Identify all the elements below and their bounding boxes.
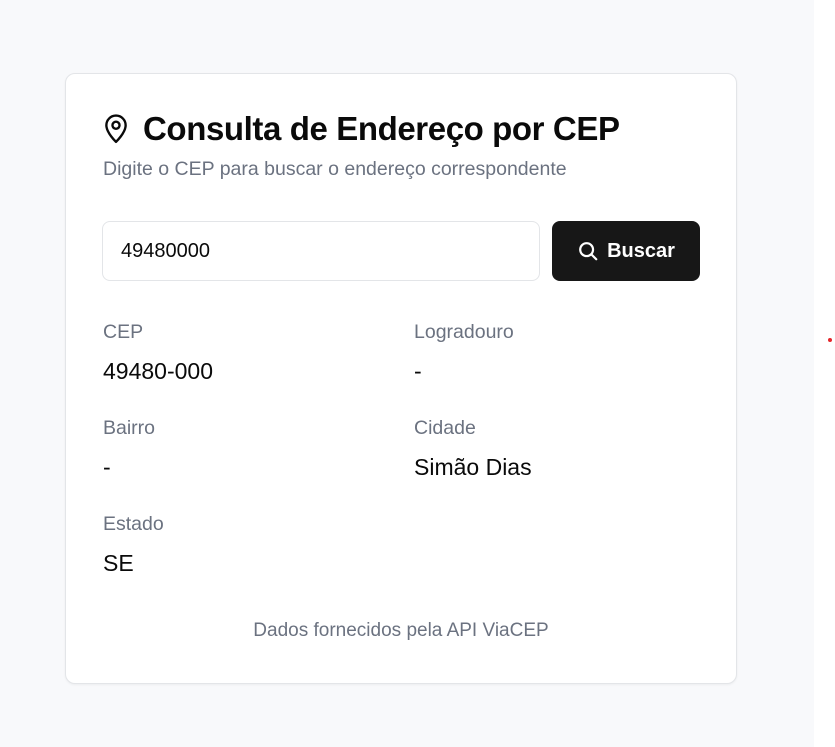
field-bairro: Bairro - — [103, 417, 155, 481]
card-header: Consulta de Endereço por CEP — [103, 110, 620, 148]
field-label-logradouro: Logradouro — [414, 321, 514, 343]
field-estado: Estado SE — [103, 513, 164, 577]
footer-note: Dados fornecidos pela API ViaCEP — [253, 620, 549, 641]
cep-lookup-card: Consulta de Endereço por CEP Digite o CE… — [65, 73, 737, 684]
field-value-estado: SE — [103, 550, 134, 576]
field-label-bairro: Bairro — [103, 417, 156, 439]
field-value-bairro: - — [103, 454, 111, 480]
field-value-logradouro: - — [414, 358, 422, 384]
search-icon — [579, 242, 598, 261]
cep-input[interactable] — [102, 221, 540, 281]
field-cep: CEP 49480-000 — [103, 321, 213, 385]
field-cidade: Cidade Simão Dias — [414, 417, 532, 481]
map-pin-icon — [105, 114, 127, 144]
field-logradouro: Logradouro - — [414, 321, 514, 385]
field-value-cep: 49480-000 — [103, 358, 213, 384]
search-button[interactable]: Buscar — [552, 221, 700, 281]
field-label-cidade: Cidade — [414, 417, 476, 439]
page-title: Consulta de Endereço por CEP — [143, 110, 620, 147]
field-label-estado: Estado — [103, 513, 164, 535]
field-value-cidade: Simão Dias — [414, 454, 532, 480]
search-button-label: Buscar — [607, 239, 675, 262]
page-subtitle: Digite o CEP para buscar o endereço corr… — [103, 158, 567, 180]
page-edge — [814, 0, 835, 747]
field-label-cep: CEP — [103, 321, 144, 343]
cursor-dot — [828, 338, 832, 342]
